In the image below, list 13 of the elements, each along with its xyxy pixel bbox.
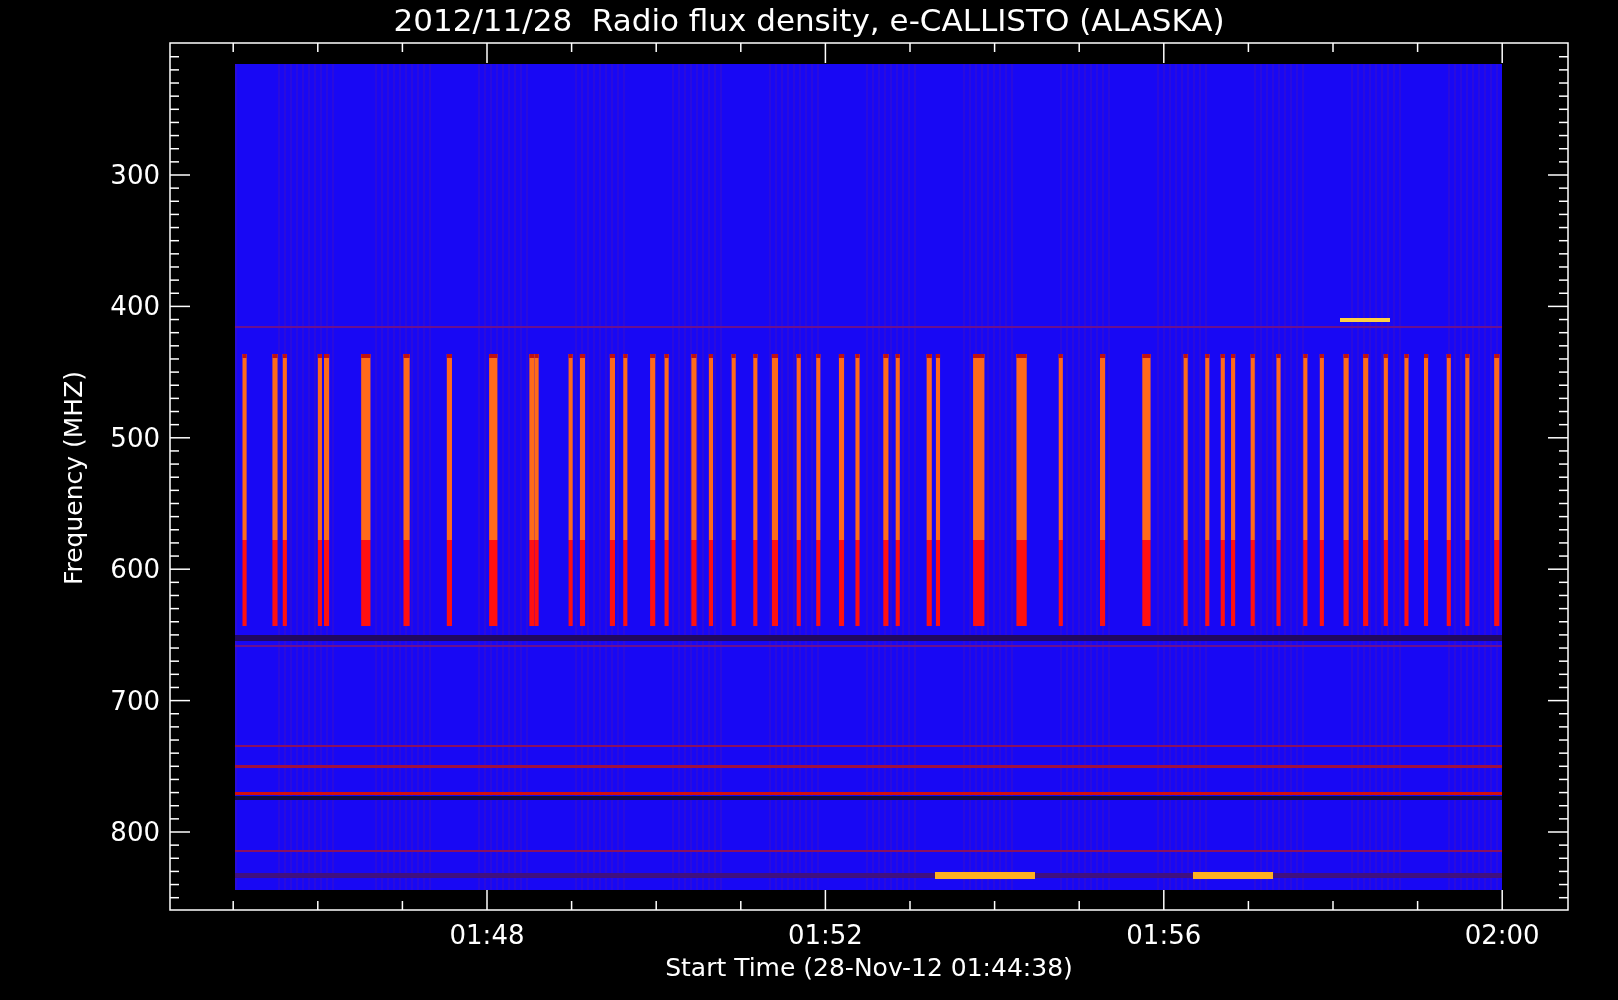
x-tick-label: 01:52 bbox=[787, 920, 863, 950]
x-tick-label: 02:00 bbox=[1464, 920, 1540, 950]
y-tick-label: 300 bbox=[110, 160, 160, 190]
x-tick-label: 01:48 bbox=[449, 920, 525, 950]
x-axis-title: Start Time (28-Nov-12 01:44:38) bbox=[665, 953, 1073, 982]
y-axis-title: Frequency (MHZ) bbox=[59, 370, 88, 586]
plot-title: 2012/11/28 Radio flux density, e-CALLISTO (ALASKA) bbox=[393, 2, 1225, 38]
y-tick-label: 700 bbox=[110, 685, 160, 716]
y-tick-label: 600 bbox=[110, 554, 160, 585]
x-tick-label: 01:56 bbox=[1126, 920, 1202, 950]
y-tick-label: 500 bbox=[110, 422, 160, 453]
y-tick-label: 800 bbox=[110, 817, 160, 847]
y-tick-label: 400 bbox=[110, 291, 160, 322]
